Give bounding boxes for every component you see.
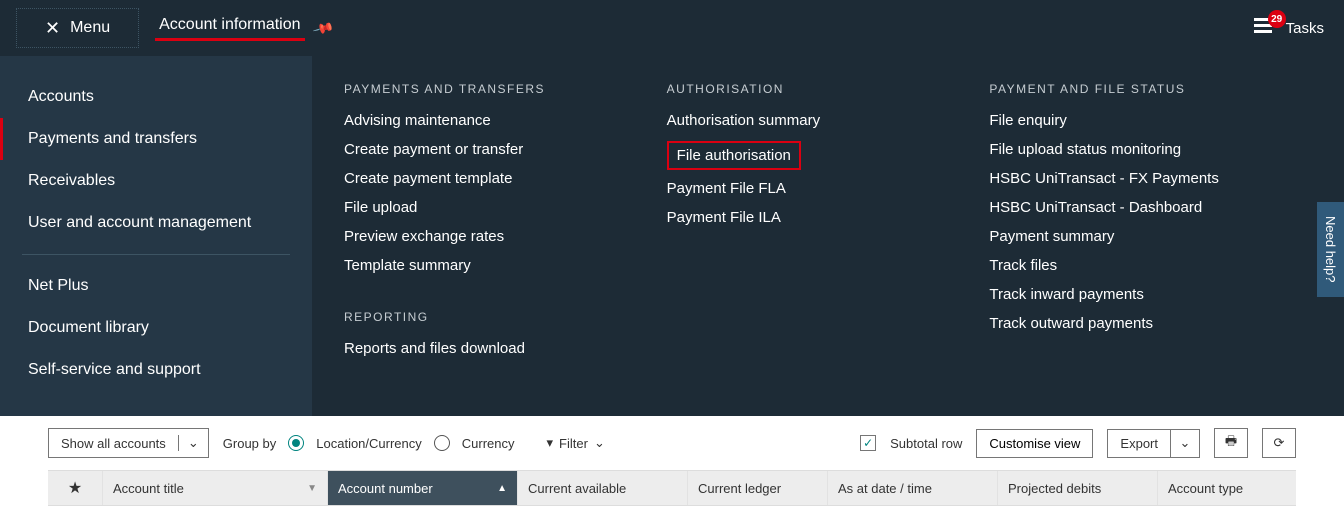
group-by-label: Group by	[223, 436, 276, 451]
toolbar-right: ✓ Subtotal row Customise view Export ⌄ 🖶…	[860, 428, 1296, 458]
tasks-icon[interactable]: 29	[1254, 18, 1278, 38]
radio-location-currency[interactable]	[288, 435, 304, 451]
link-auth-summary[interactable]: Authorisation summary	[667, 112, 990, 129]
toolbar: Show all accounts ⌄ Group by Location/Cu…	[0, 416, 1344, 470]
link-track-files[interactable]: Track files	[989, 257, 1312, 274]
col-current-ledger[interactable]: Current ledger	[688, 471, 828, 505]
radio-currency[interactable]	[434, 435, 450, 451]
link-payment-file-ila[interactable]: Payment File ILA	[667, 209, 990, 226]
status-heading: PAYMENT AND FILE STATUS	[989, 82, 1312, 96]
close-icon: ✕	[45, 18, 60, 39]
funnel-icon: ▾	[547, 435, 554, 451]
col-account-title[interactable]: Account title▼	[103, 471, 328, 505]
opt-currency[interactable]: Currency	[462, 436, 515, 451]
tasks-count-badge: 29	[1268, 10, 1286, 28]
topbar-left: ✕ Menu Account information 📌	[0, 0, 332, 56]
link-file-authorisation[interactable]: File authorisation	[667, 141, 801, 170]
link-payment-summary[interactable]: Payment summary	[989, 228, 1312, 245]
export-button[interactable]: Export ⌄	[1107, 429, 1200, 458]
link-template-summary[interactable]: Template summary	[344, 257, 667, 274]
sidebar-item-netplus[interactable]: Net Plus	[0, 265, 312, 307]
auth-heading: AUTHORISATION	[667, 82, 990, 96]
print-button[interactable]: 🖶	[1214, 428, 1248, 458]
subtotal-checkbox[interactable]: ✓	[860, 435, 876, 451]
star-icon: ★	[68, 478, 82, 498]
refresh-button[interactable]: ⟳	[1262, 428, 1296, 458]
export-label: Export	[1107, 429, 1170, 458]
sidebar-item-selfservice[interactable]: Self-service and support	[0, 349, 312, 391]
sidebar-item-user-mgmt[interactable]: User and account management	[0, 202, 312, 244]
account-information-tab[interactable]: Account information	[155, 16, 304, 41]
col-payments: PAYMENTS AND TRANSFERS Advising maintena…	[344, 82, 667, 390]
show-accounts-select[interactable]: Show all accounts ⌄	[48, 428, 209, 458]
col-account-type[interactable]: Account type	[1158, 471, 1296, 505]
chevron-down-icon: ⌄	[178, 435, 208, 451]
show-accounts-label: Show all accounts	[49, 436, 178, 451]
chevron-down-icon: ⌄	[594, 435, 605, 451]
subtotal-label: Subtotal row	[890, 436, 962, 451]
link-unitransact-fx[interactable]: HSBC UniTransact - FX Payments	[989, 170, 1312, 187]
topbar-right: 29 Tasks	[1254, 0, 1324, 56]
megamenu: Accounts Payments and transfers Receivab…	[0, 56, 1344, 416]
link-create-template[interactable]: Create payment template	[344, 170, 667, 187]
payments-heading: PAYMENTS AND TRANSFERS	[344, 82, 667, 96]
link-preview-rates[interactable]: Preview exchange rates	[344, 228, 667, 245]
pin-icon[interactable]: 📌	[311, 16, 335, 39]
link-create-payment[interactable]: Create payment or transfer	[344, 141, 667, 158]
link-unitransact-dashboard[interactable]: HSBC UniTransact - Dashboard	[989, 199, 1312, 216]
topbar: ✕ Menu Account information 📌 29 Tasks	[0, 0, 1344, 56]
link-advising-maintenance[interactable]: Advising maintenance	[344, 112, 667, 129]
link-reports-download[interactable]: Reports and files download	[344, 340, 667, 357]
link-track-inward[interactable]: Track inward payments	[989, 286, 1312, 303]
sidebar-item-payments[interactable]: Payments and transfers	[0, 118, 312, 160]
sort-icon: ▼	[307, 483, 317, 494]
sort-asc-icon: ▲	[497, 483, 507, 494]
filter-label: Filter	[559, 436, 588, 451]
col-favourite[interactable]: ★	[48, 471, 103, 505]
link-file-enquiry[interactable]: File enquiry	[989, 112, 1312, 129]
col-projected-debits[interactable]: Projected debits	[998, 471, 1158, 505]
link-file-upload[interactable]: File upload	[344, 199, 667, 216]
table-header: ★ Account title▼ Account number▲ Current…	[48, 470, 1296, 506]
sidebar-divider	[22, 254, 290, 255]
reporting-heading: REPORTING	[344, 310, 667, 324]
link-track-outward[interactable]: Track outward payments	[989, 315, 1312, 332]
megamenu-panel: PAYMENTS AND TRANSFERS Advising maintena…	[312, 56, 1344, 416]
sidebar-item-receivables[interactable]: Receivables	[0, 160, 312, 202]
col-account-number[interactable]: Account number▲	[328, 471, 518, 505]
col-current-available[interactable]: Current available	[518, 471, 688, 505]
content: Show all accounts ⌄ Group by Location/Cu…	[0, 416, 1344, 506]
opt-location-currency[interactable]: Location/Currency	[316, 436, 422, 451]
refresh-icon: ⟳	[1274, 435, 1285, 451]
menu-label: Menu	[70, 19, 110, 37]
link-payment-file-fla[interactable]: Payment File FLA	[667, 180, 990, 197]
group-by: Group by Location/Currency Currency	[223, 435, 515, 451]
col-authorisation: AUTHORISATION Authorisation summary File…	[667, 82, 990, 390]
sidebar: Accounts Payments and transfers Receivab…	[0, 56, 312, 416]
sidebar-item-accounts[interactable]: Accounts	[0, 76, 312, 118]
menu-button[interactable]: ✕ Menu	[16, 8, 139, 48]
col-status: PAYMENT AND FILE STATUS File enquiry Fil…	[989, 82, 1312, 390]
print-icon: 🖶	[1225, 432, 1237, 454]
col-as-at[interactable]: As at date / time	[828, 471, 998, 505]
need-help-tab[interactable]: Need help?	[1317, 202, 1344, 297]
chevron-down-icon[interactable]: ⌄	[1170, 429, 1200, 458]
customise-view-button[interactable]: Customise view	[976, 429, 1093, 458]
sidebar-item-doclib[interactable]: Document library	[0, 307, 312, 349]
link-file-upload-status[interactable]: File upload status monitoring	[989, 141, 1312, 158]
filter-button[interactable]: ▾ Filter ⌄	[547, 435, 605, 451]
tasks-label[interactable]: Tasks	[1286, 20, 1324, 37]
